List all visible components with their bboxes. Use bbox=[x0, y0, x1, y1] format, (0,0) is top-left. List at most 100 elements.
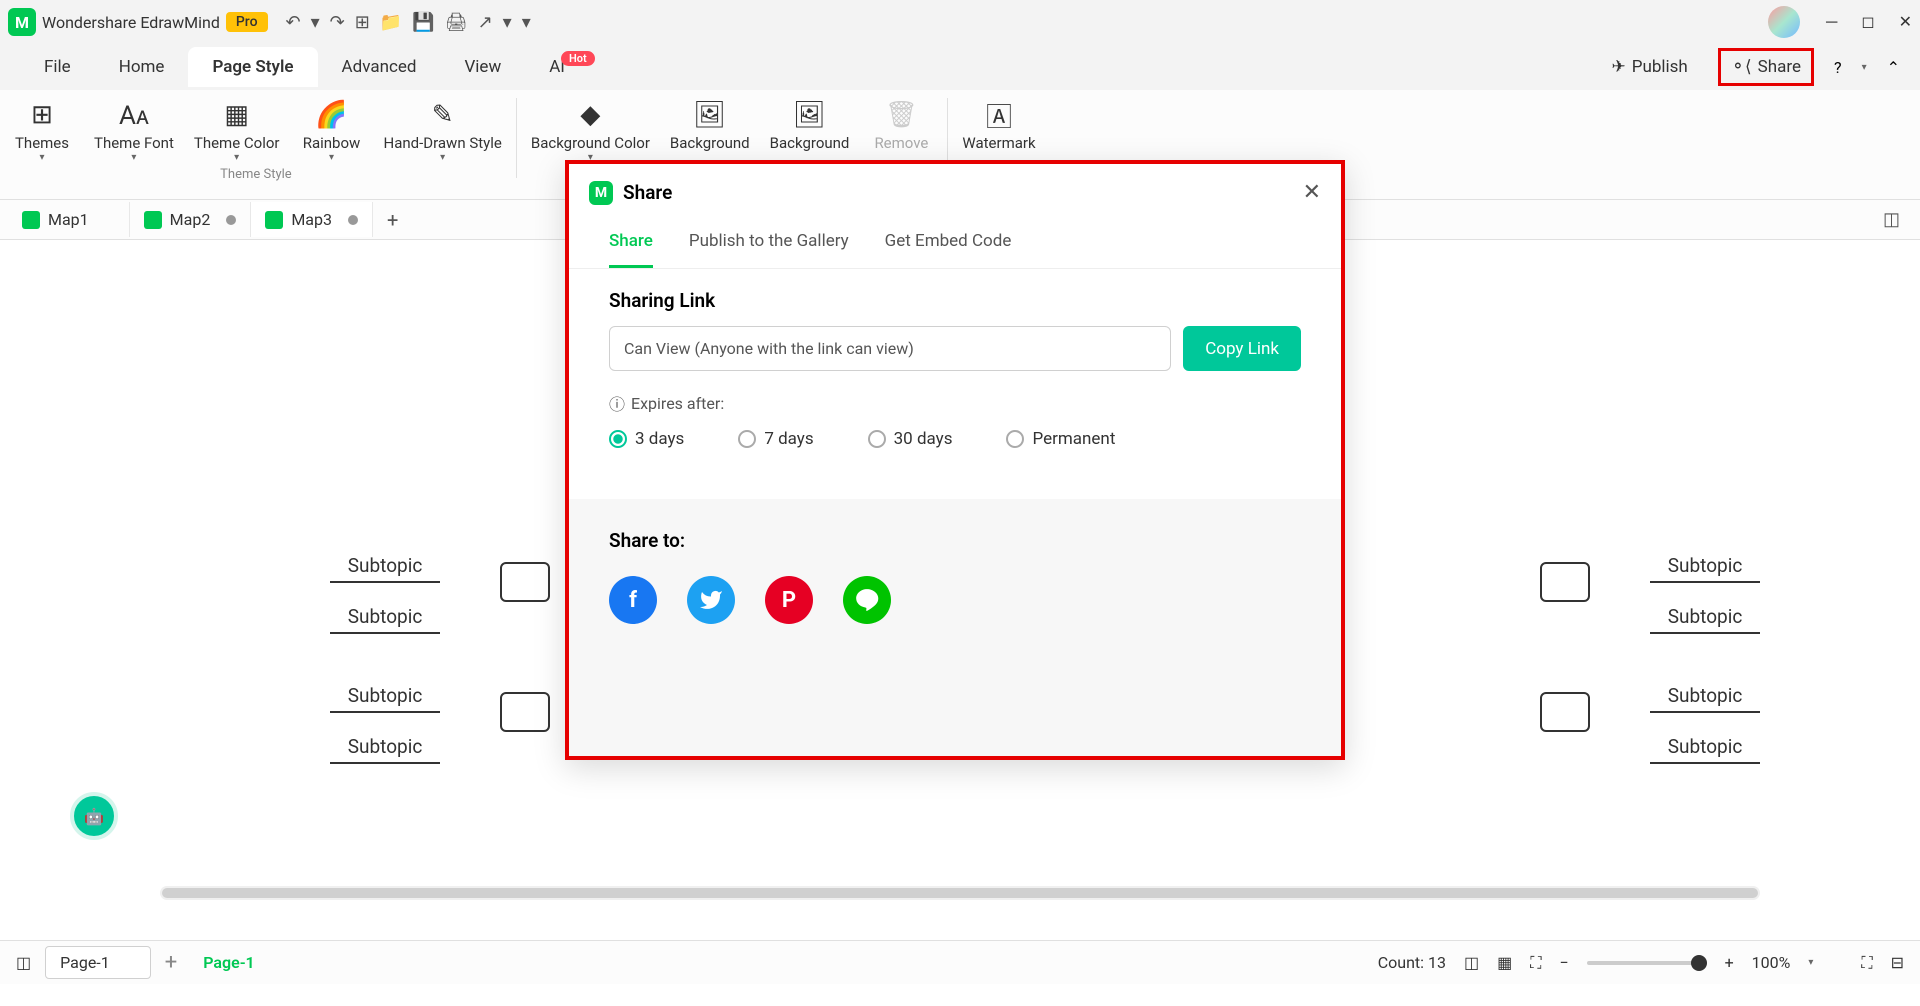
expire-3days-radio[interactable]: 3 days bbox=[609, 429, 684, 449]
subtopic-node[interactable]: Subtopic bbox=[330, 550, 440, 583]
subtopic-node[interactable]: Subtopic bbox=[330, 601, 440, 634]
subtopic-node[interactable]: Subtopic bbox=[330, 680, 440, 713]
remove-icon: 🗑 bbox=[885, 98, 918, 132]
horizontal-scrollbar[interactable] bbox=[160, 886, 1760, 900]
rainbow-icon: 🌈 bbox=[315, 98, 347, 132]
ribbon-rainbow[interactable]: 🌈Rainbow▾ bbox=[300, 98, 364, 163]
pro-badge: Pro bbox=[226, 12, 268, 32]
topic-node[interactable] bbox=[1540, 562, 1590, 602]
ribbon-background-2[interactable]: 🖼Background bbox=[770, 98, 850, 163]
menu-view[interactable]: View bbox=[440, 47, 525, 87]
zoom-in-button[interactable]: + bbox=[1725, 953, 1734, 972]
share-icon: ⚬⟨ bbox=[1731, 57, 1752, 77]
dialog-tab-embed[interactable]: Get Embed Code bbox=[885, 221, 1012, 268]
user-avatar[interactable] bbox=[1768, 6, 1800, 38]
expire-30days-radio[interactable]: 30 days bbox=[868, 429, 953, 449]
twitter-icon[interactable] bbox=[687, 576, 735, 624]
ribbon-watermark[interactable]: 🄰Watermark bbox=[962, 98, 1035, 152]
zoom-dropdown[interactable]: ▾ bbox=[1808, 957, 1813, 968]
menu-advanced[interactable]: Advanced bbox=[318, 47, 441, 87]
expire-7days-radio[interactable]: 7 days bbox=[738, 429, 813, 449]
share-link-input[interactable] bbox=[609, 326, 1171, 371]
fullscreen-icon[interactable]: ⛶ bbox=[1861, 953, 1872, 973]
ribbon-bg-color[interactable]: ◆Background Color▾ bbox=[531, 98, 650, 163]
tab-map2[interactable]: Map2 bbox=[130, 202, 252, 237]
expire-permanent-radio[interactable]: Permanent bbox=[1006, 429, 1115, 449]
ai-assistant-button[interactable]: 🤖 bbox=[70, 792, 118, 840]
zoom-slider[interactable] bbox=[1587, 961, 1707, 965]
info-icon: ⓘ bbox=[609, 391, 625, 415]
dialog-tab-share[interactable]: Share bbox=[609, 221, 653, 268]
bg-color-icon: ◆ bbox=[580, 98, 600, 132]
dialog-close-button[interactable]: ✕ bbox=[1303, 180, 1321, 205]
share-button[interactable]: ⚬⟨Share bbox=[1718, 48, 1814, 86]
collapse-ribbon-icon[interactable]: ⌃ bbox=[1887, 58, 1900, 77]
print-icon[interactable]: 🖨 bbox=[445, 12, 468, 33]
view-2-icon[interactable]: ▦ bbox=[1497, 953, 1512, 972]
export-dropdown[interactable]: ▾ bbox=[503, 12, 512, 33]
theme-color-icon: ▦ bbox=[224, 98, 249, 132]
topic-node[interactable] bbox=[500, 562, 550, 602]
page-tab[interactable]: Page-1 bbox=[191, 947, 267, 978]
app-logo-icon: M bbox=[8, 8, 36, 36]
minimize-icon[interactable]: ─ bbox=[1826, 12, 1837, 32]
zoom-level: 100% bbox=[1752, 953, 1791, 972]
line-icon[interactable] bbox=[843, 576, 891, 624]
export-icon[interactable]: ↗ bbox=[478, 12, 493, 33]
ribbon-theme-font[interactable]: AᴀTheme Font▾ bbox=[94, 98, 174, 163]
undo-dropdown[interactable]: ▾ bbox=[311, 12, 320, 33]
new-icon[interactable]: ⊞ bbox=[355, 12, 370, 33]
ribbon-hand-drawn[interactable]: ✎Hand-Drawn Style▾ bbox=[384, 98, 502, 163]
subtopic-node[interactable]: Subtopic bbox=[330, 731, 440, 764]
quick-access-toolbar: ↶ ▾ ↷ ⊞ 📁 💾 🖨 ↗ ▾ ▾ bbox=[286, 12, 531, 33]
page-selector[interactable]: Page-1 bbox=[45, 946, 151, 979]
help-dropdown[interactable]: ▾ bbox=[1862, 62, 1867, 73]
menu-file[interactable]: File bbox=[20, 47, 95, 87]
pinterest-icon[interactable]: P bbox=[765, 576, 813, 624]
statusbar: ◫ Page-1 + Page-1 Count: 13 ◫ ▦ ⛶ − + 10… bbox=[0, 940, 1920, 984]
dialog-title: Share bbox=[623, 181, 672, 204]
watermark-icon: 🄰 bbox=[986, 98, 1012, 132]
tab-map1[interactable]: Map1 bbox=[8, 202, 130, 237]
copy-link-button[interactable]: Copy Link bbox=[1183, 326, 1301, 371]
outline-view-icon[interactable]: ◫ bbox=[16, 953, 31, 972]
subtopic-node[interactable]: Subtopic bbox=[1650, 680, 1760, 713]
publish-button[interactable]: ✈Publish bbox=[1601, 51, 1697, 83]
dialog-tab-gallery[interactable]: Publish to the Gallery bbox=[689, 221, 849, 268]
themes-icon: ⊞ bbox=[31, 98, 53, 132]
add-tab-button[interactable]: + bbox=[373, 200, 412, 240]
save-icon[interactable]: 💾 bbox=[412, 12, 434, 33]
unsaved-dot bbox=[348, 215, 358, 225]
more-dropdown[interactable]: ▾ bbox=[522, 12, 531, 33]
add-page-button[interactable]: + bbox=[165, 950, 177, 975]
topic-node[interactable] bbox=[500, 692, 550, 732]
count-label: Count: 13 bbox=[1378, 953, 1446, 972]
menu-page-style[interactable]: Page Style bbox=[188, 47, 317, 87]
ribbon-background[interactable]: 🖼Background bbox=[670, 98, 750, 163]
collapse-icon[interactable]: ⊟ bbox=[1891, 953, 1904, 972]
subtopic-node[interactable]: Subtopic bbox=[1650, 550, 1760, 583]
ribbon-themes[interactable]: ⊞Themes▾ bbox=[10, 98, 74, 163]
view-1-icon[interactable]: ◫ bbox=[1464, 953, 1479, 972]
undo-icon[interactable]: ↶ bbox=[286, 12, 301, 33]
zoom-out-button[interactable]: − bbox=[1559, 953, 1568, 972]
open-icon[interactable]: 📁 bbox=[380, 12, 402, 33]
ribbon-theme-color[interactable]: ▦Theme Color▾ bbox=[194, 98, 280, 163]
help-icon[interactable]: ? bbox=[1834, 58, 1842, 77]
menu-home[interactable]: Home bbox=[95, 47, 189, 87]
redo-icon[interactable]: ↷ bbox=[330, 12, 345, 33]
hot-badge: Hot bbox=[561, 51, 595, 66]
maximize-icon[interactable]: ◻ bbox=[1861, 12, 1874, 32]
subtopic-node[interactable]: Subtopic bbox=[1650, 731, 1760, 764]
subtopic-node[interactable]: Subtopic bbox=[1650, 601, 1760, 634]
panel-toggle-icon[interactable]: ◫ bbox=[1883, 209, 1912, 230]
doc-icon bbox=[144, 211, 162, 229]
ribbon-remove: 🗑Remove bbox=[869, 98, 933, 163]
tab-map3[interactable]: Map3 bbox=[251, 202, 373, 237]
fit-icon[interactable]: ⛶ bbox=[1530, 953, 1541, 973]
menu-ai[interactable]: AIHot bbox=[525, 47, 618, 87]
dialog-logo-icon: M bbox=[589, 181, 613, 205]
facebook-icon[interactable]: f bbox=[609, 576, 657, 624]
close-icon[interactable]: ✕ bbox=[1899, 12, 1912, 32]
topic-node[interactable] bbox=[1540, 692, 1590, 732]
